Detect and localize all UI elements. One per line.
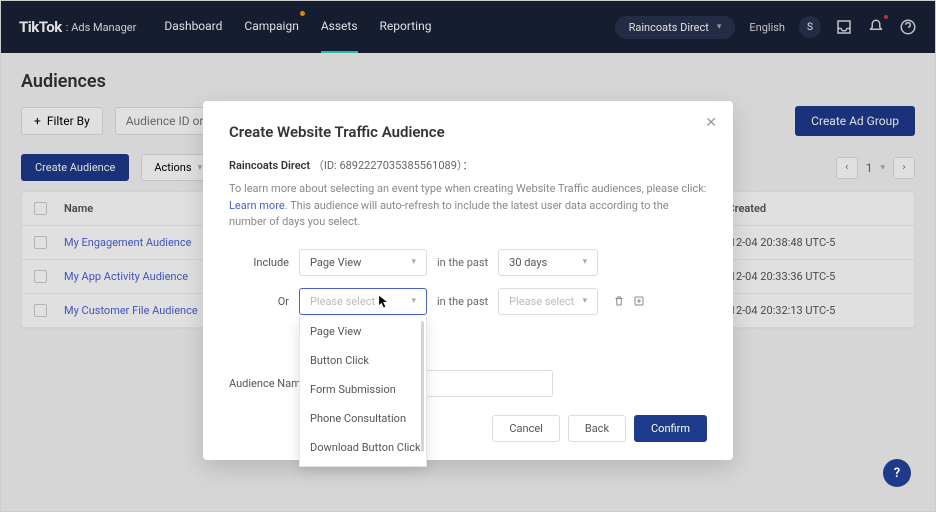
in-past-label: in the past xyxy=(437,295,488,308)
chevron-down-icon: ▾ xyxy=(583,257,588,267)
chevron-down-icon: ▾ xyxy=(411,296,416,306)
cancel-button[interactable]: Cancel xyxy=(492,415,559,442)
back-button[interactable]: Back xyxy=(568,415,626,442)
help-fab[interactable]: ? xyxy=(883,459,911,487)
placeholder-text: Please select xyxy=(509,295,574,308)
or-event-select[interactable]: Please select▾ Page View Button Click Fo… xyxy=(299,288,427,315)
chevron-down-icon: ▾ xyxy=(583,296,588,306)
event-select[interactable]: Page View ▾ xyxy=(299,249,427,276)
chevron-down-icon: ▾ xyxy=(411,257,416,267)
create-audience-modal: ✕ Create Website Traffic Audience Rainco… xyxy=(203,101,733,460)
event-value: Page View xyxy=(310,256,361,269)
modal-title: Create Website Traffic Audience xyxy=(229,123,707,141)
dropdown-option[interactable]: Page View xyxy=(300,317,426,346)
learn-more-link[interactable]: Learn more xyxy=(229,199,285,212)
dropdown-option[interactable]: Complete Payment xyxy=(300,462,426,467)
desc-text-2: This audience will auto-refresh to inclu… xyxy=(229,199,669,229)
modal-description: To learn more about selecting an event t… xyxy=(229,181,707,231)
include-label: Include xyxy=(229,256,289,269)
or-days-select[interactable]: Please select ▾ xyxy=(498,288,598,315)
dropdown-option[interactable]: Download Button Click xyxy=(300,433,426,462)
dropdown-option[interactable]: Form Submission xyxy=(300,375,426,404)
days-value: 30 days xyxy=(509,256,547,269)
account-name-text: Raincoats Direct xyxy=(229,159,310,172)
cursor-icon xyxy=(378,295,388,309)
account-id: 6892227035385561089 xyxy=(339,159,456,172)
delete-row-icon[interactable] xyxy=(612,294,626,308)
scrollbar[interactable] xyxy=(421,321,424,452)
modal-overlay: ✕ Create Website Traffic Audience Rainco… xyxy=(1,1,935,511)
in-past-label: in the past xyxy=(437,256,488,269)
placeholder-text: Please select xyxy=(310,295,375,308)
add-row-icon[interactable] xyxy=(632,294,646,308)
close-icon[interactable]: ✕ xyxy=(705,115,717,131)
or-label: Or xyxy=(229,295,289,308)
dropdown-option[interactable]: Phone Consultation xyxy=(300,404,426,433)
event-dropdown: Page View Button Click Form Submission P… xyxy=(299,317,427,467)
dropdown-option[interactable]: Button Click xyxy=(300,346,426,375)
confirm-button[interactable]: Confirm xyxy=(634,415,707,442)
desc-text-1: To learn more about selecting an event t… xyxy=(229,182,706,195)
account-info: Raincoats Direct （ID: 689222703538556108… xyxy=(229,157,707,173)
days-select[interactable]: 30 days ▾ xyxy=(498,249,598,276)
